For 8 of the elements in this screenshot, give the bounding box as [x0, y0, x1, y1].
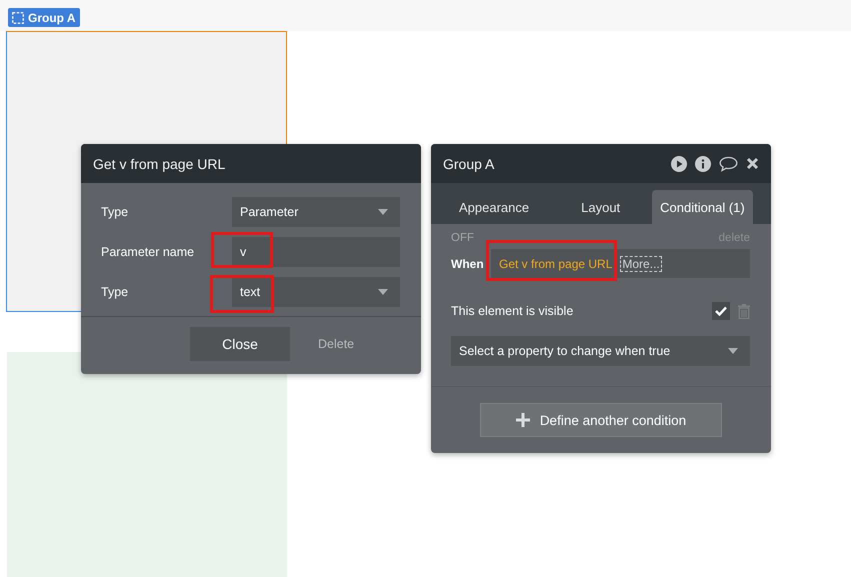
- when-label: When: [451, 256, 485, 270]
- field-label: Type: [101, 285, 128, 299]
- status-label: OFF: [451, 232, 474, 244]
- field-label: Parameter name: [101, 245, 194, 259]
- dialog-title: Get v from page URL: [93, 156, 226, 172]
- field-label: Type: [101, 205, 128, 219]
- panel-title: Group A: [443, 156, 494, 172]
- property-label: This element is visible: [451, 304, 574, 318]
